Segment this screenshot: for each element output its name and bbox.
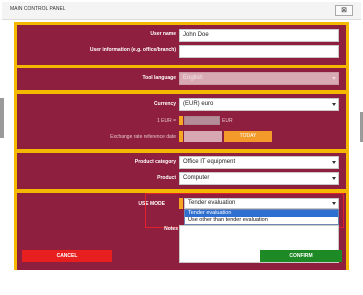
exchange-rate-marker <box>179 116 183 125</box>
product-category-value: Office IT equipment <box>183 159 236 165</box>
form-frame: User name John Doe User information (e.g… <box>14 22 349 270</box>
chevron-down-icon <box>332 77 336 80</box>
title-bar: MAIN CONTROL PANEL ⊠ <box>2 2 361 20</box>
exchange-rate-unit: EUR <box>222 118 233 124</box>
user-info-label: User information (e.g. office/branch) <box>89 47 176 53</box>
chevron-down-icon <box>332 161 336 164</box>
product-category-select[interactable]: Office IT equipment <box>179 156 339 169</box>
language-panel: Tool language English <box>17 68 346 90</box>
user-name-label: User name <box>150 31 176 37</box>
chevron-down-icon <box>332 177 336 180</box>
currency-value: (EUR) euro <box>183 101 214 107</box>
product-label: Product <box>157 175 176 181</box>
reference-date-field[interactable] <box>184 131 222 142</box>
cancel-button[interactable]: CANCEL <box>22 250 112 262</box>
user-panel: User name John Doe User information (e.g… <box>17 25 346 65</box>
exchange-rate-field[interactable] <box>184 116 220 125</box>
product-panel: Product category Office IT equipment Pro… <box>17 153 346 189</box>
tool-language-value: English <box>183 75 203 81</box>
reference-date-marker <box>179 131 183 142</box>
product-value: Computer <box>183 175 210 181</box>
currency-panel: Currency (EUR) euro 1 EUR = EUR Exchange… <box>17 94 346 149</box>
chevron-down-icon <box>332 103 336 106</box>
user-name-field[interactable]: John Doe <box>179 29 339 42</box>
notes-label: Notes <box>164 226 178 232</box>
main-control-panel-window: MAIN CONTROL PANEL ⊠ User name John Doe … <box>0 0 363 295</box>
currency-select[interactable]: (EUR) euro <box>179 98 339 111</box>
product-select[interactable]: Computer <box>179 172 339 185</box>
use-mode-highlight-box <box>145 193 344 228</box>
today-button[interactable]: TODAY <box>224 131 272 142</box>
user-info-field[interactable] <box>179 45 339 58</box>
tool-language-label: Tool language <box>142 75 176 81</box>
window-title: MAIN CONTROL PANEL <box>10 6 66 12</box>
confirm-button[interactable]: CONFIRM <box>260 250 342 262</box>
product-category-label: Product category <box>134 159 176 165</box>
exchange-rate-label: 1 EUR = <box>156 118 176 124</box>
currency-label: Currency <box>154 101 176 107</box>
background-strip-left <box>0 98 4 138</box>
tool-language-select[interactable]: English <box>179 72 339 85</box>
reference-date-label: Exchange rate reference date <box>110 134 176 140</box>
close-button[interactable]: ⊠ <box>335 5 353 16</box>
